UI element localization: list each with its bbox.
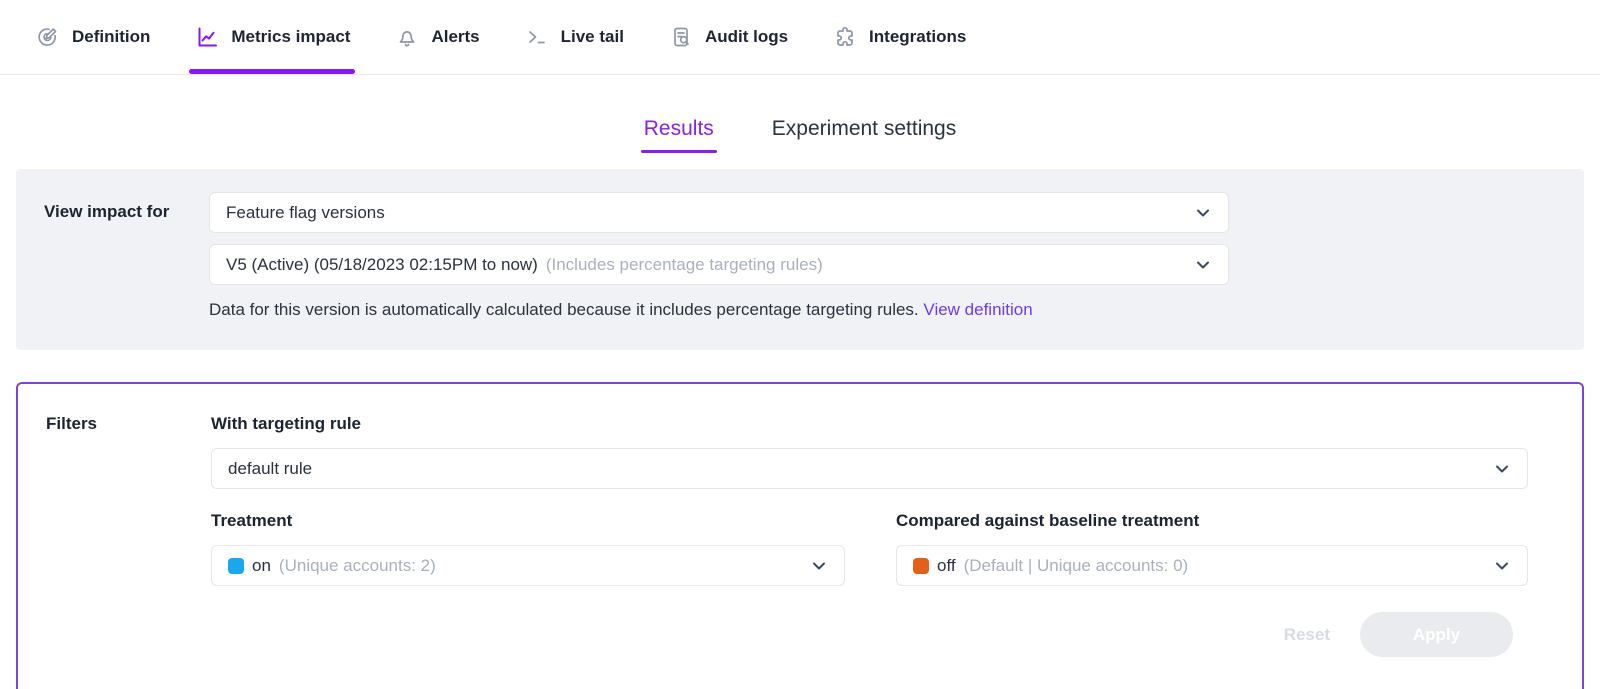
tab-alerts[interactable]: Alerts [394, 0, 479, 74]
targeting-rule-select[interactable]: default rule [211, 448, 1528, 489]
tab-metrics-impact[interactable]: Metrics impact [194, 0, 350, 74]
tab-definition[interactable]: Definition [35, 0, 150, 74]
treatment-value: on [252, 556, 271, 576]
tab-label: Definition [72, 27, 150, 47]
tab-label: Integrations [869, 27, 966, 47]
baseline-value: off [937, 556, 956, 576]
tab-integrations[interactable]: Integrations [832, 0, 966, 74]
targeting-rule-label: With targeting rule [211, 414, 1528, 434]
tab-label: Metrics impact [231, 27, 350, 47]
reset-button[interactable]: Reset [1284, 625, 1330, 645]
filters-panel: Filters With targeting rule default rule… [16, 382, 1584, 689]
baseline-treatment-label: Compared against baseline treatment [896, 511, 1528, 531]
impact-type-select[interactable]: Feature flag versions [209, 192, 1229, 233]
treatment-color-swatch [228, 558, 244, 574]
baseline-color-swatch [913, 558, 929, 574]
helper-text: Data for this version is automatically c… [209, 300, 919, 319]
tab-label: Audit logs [705, 27, 788, 47]
tab-label: Alerts [431, 27, 479, 47]
chevron-down-icon [1493, 557, 1511, 575]
chevron-down-icon [1194, 204, 1212, 222]
tab-label: Live tail [561, 27, 624, 47]
flag-version-value: V5 (Active) (05/18/2023 02:15PM to now) [226, 255, 538, 275]
document-search-icon [668, 24, 694, 50]
flag-version-note: (Includes percentage targeting rules) [546, 255, 1186, 275]
treatment-note: (Unique accounts: 2) [279, 556, 802, 576]
view-definition-link[interactable]: View definition [923, 300, 1032, 319]
baseline-treatment-select[interactable]: off (Default | Unique accounts: 0) [896, 545, 1528, 586]
tab-audit-logs[interactable]: Audit logs [668, 0, 788, 74]
impact-type-value: Feature flag versions [226, 203, 1186, 223]
treatment-select[interactable]: on (Unique accounts: 2) [211, 545, 845, 586]
line-chart-icon [194, 24, 220, 50]
view-impact-panel: View impact for Feature flag versions V5… [16, 169, 1584, 350]
tab-live-tail[interactable]: Live tail [524, 0, 624, 74]
results-subtab-bar: Results Experiment settings [0, 117, 1600, 141]
terminal-icon [524, 24, 550, 50]
chevron-down-icon [1493, 460, 1511, 478]
bell-icon [394, 24, 420, 50]
filters-label: Filters [46, 414, 211, 657]
targeting-rule-value: default rule [228, 459, 1485, 479]
flag-version-select[interactable]: V5 (Active) (05/18/2023 02:15PM to now) … [209, 244, 1229, 285]
subtab-results[interactable]: Results [644, 117, 714, 141]
chevron-down-icon [1194, 256, 1212, 274]
puzzle-icon [832, 24, 858, 50]
target-edit-icon [35, 24, 61, 50]
apply-button[interactable]: Apply [1360, 612, 1513, 657]
feature-flag-tab-bar: Definition Metrics impact Alerts Live ta… [0, 0, 1600, 75]
treatment-label: Treatment [211, 511, 845, 531]
chevron-down-icon [810, 557, 828, 575]
version-helper-text: Data for this version is automatically c… [209, 300, 1229, 320]
view-impact-label: View impact for [44, 192, 209, 320]
baseline-note: (Default | Unique accounts: 0) [964, 556, 1485, 576]
subtab-experiment-settings[interactable]: Experiment settings [772, 117, 956, 141]
